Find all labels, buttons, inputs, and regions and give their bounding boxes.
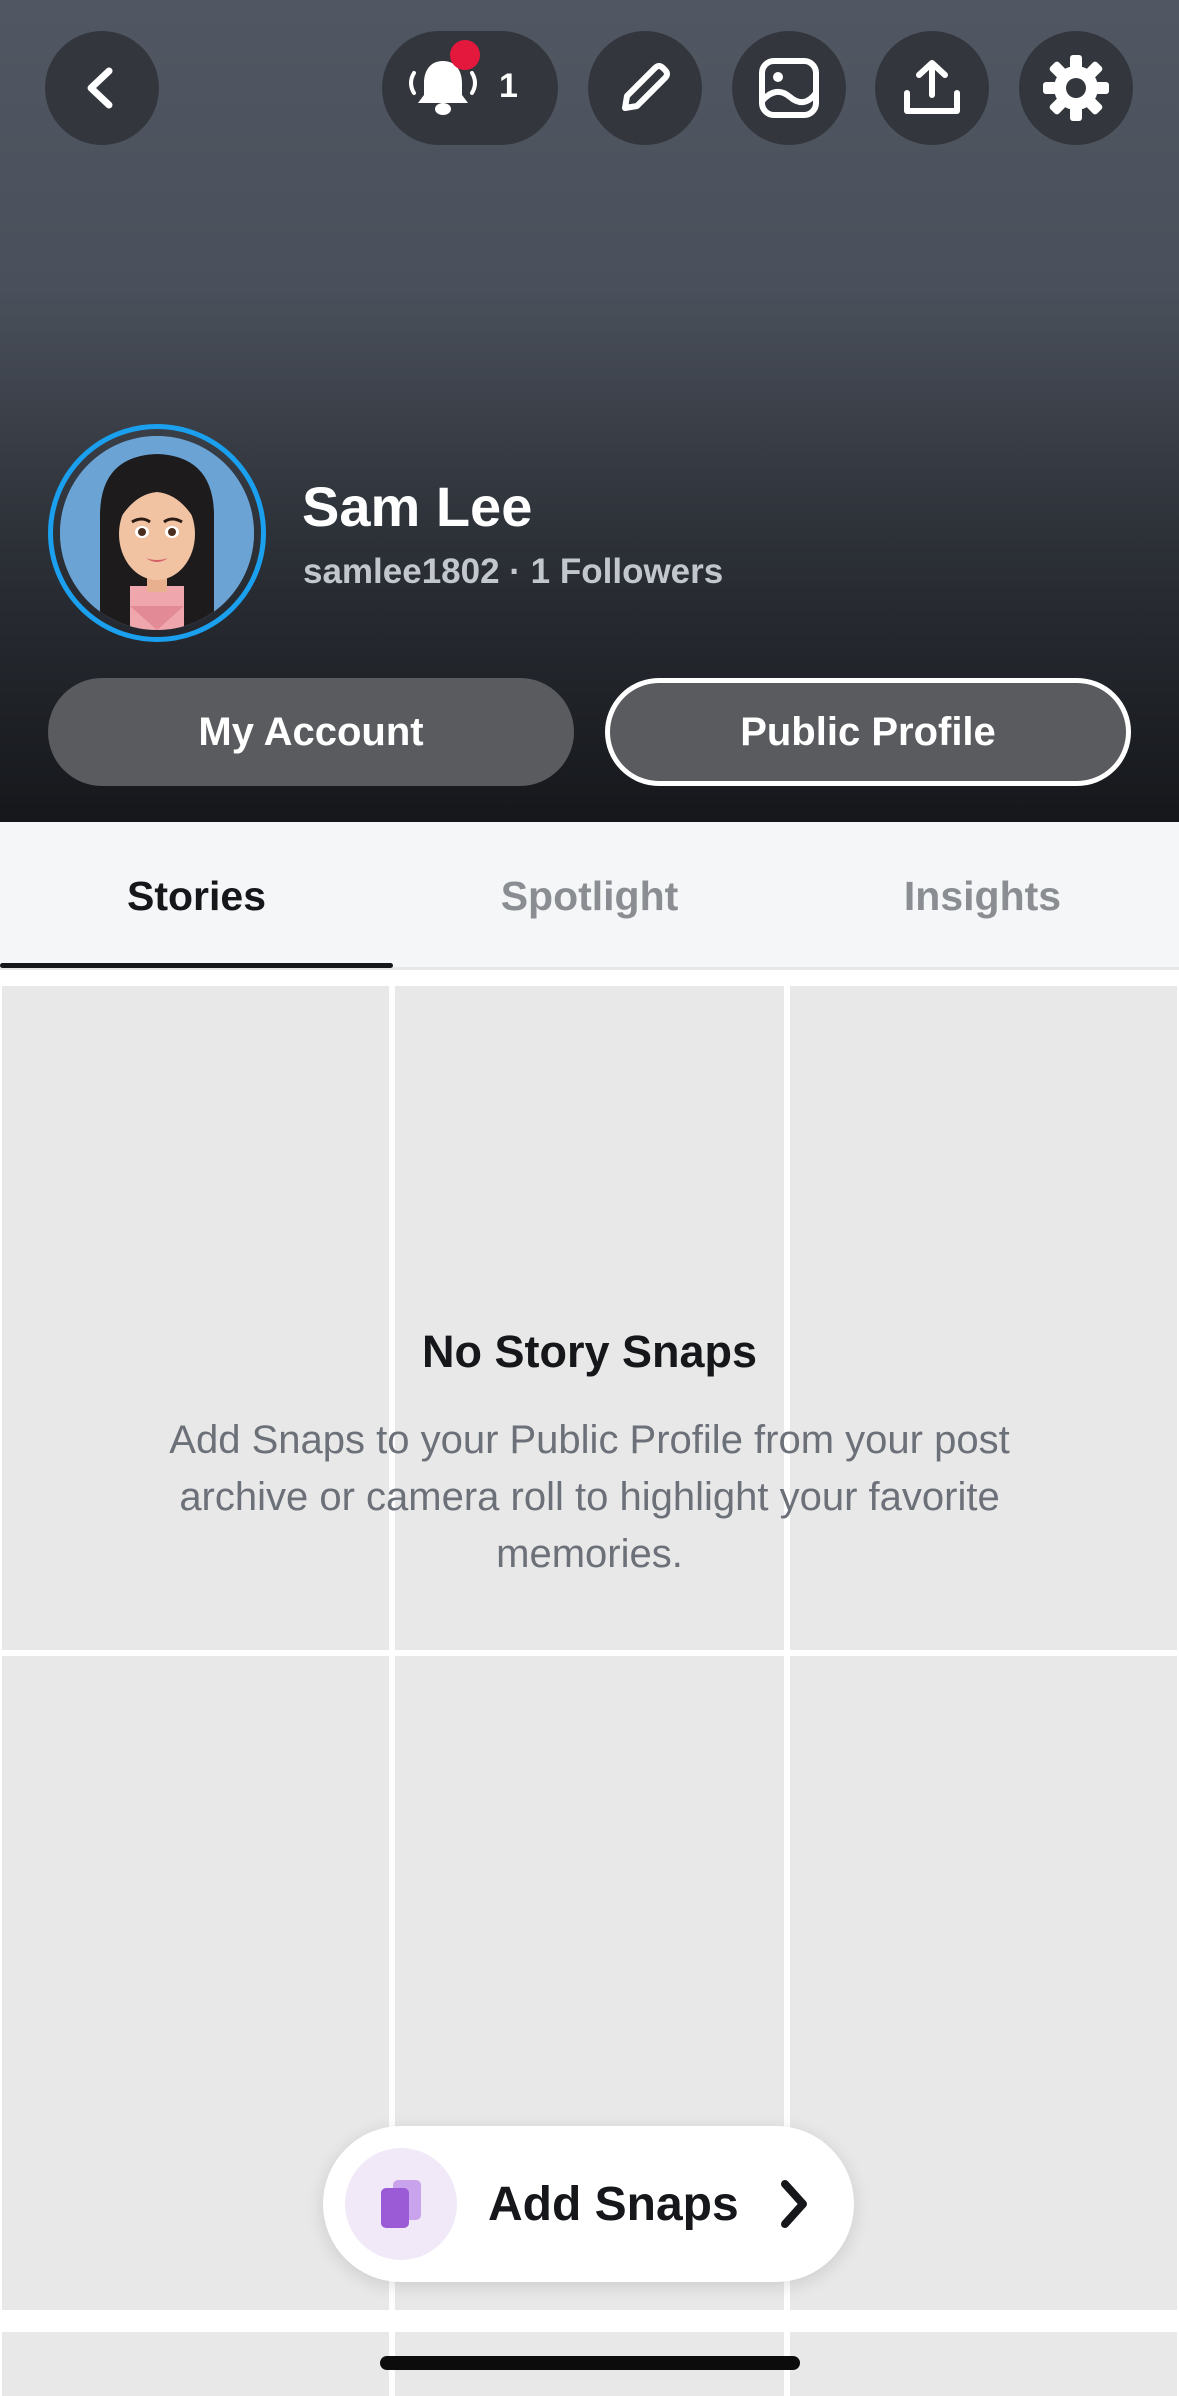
image-icon: [759, 58, 819, 118]
home-indicator[interactable]: [380, 2356, 800, 2370]
bitmoji-avatar-icon: [60, 436, 254, 630]
gallery-button[interactable]: [732, 31, 846, 145]
upload-icon: [904, 60, 960, 114]
notification-count: 1: [499, 67, 518, 105]
active-tab-indicator: [0, 963, 393, 968]
add-snaps-icon-wrap: [345, 2148, 457, 2260]
pencil-icon: [622, 63, 670, 111]
avatar: [60, 436, 254, 630]
tab-insights[interactable]: Insights: [786, 822, 1179, 970]
add-snaps-label: Add Snaps: [488, 2177, 739, 2231]
add-snaps-button[interactable]: Add Snaps: [323, 2126, 854, 2282]
profile-name: Sam Lee: [302, 475, 533, 538]
share-button[interactable]: [875, 31, 989, 145]
chevron-right-icon: [781, 2180, 807, 2228]
empty-state-text: Add Snaps to your Public Profile from yo…: [169, 1418, 1010, 1576]
tab-stories[interactable]: Stories: [0, 822, 393, 970]
grid-cell: [790, 2332, 1177, 2396]
back-button[interactable]: [45, 31, 159, 145]
chevron-left-icon: [87, 67, 113, 109]
profile-tabs: Stories Spotlight Insights: [0, 822, 1179, 970]
stacked-snaps-icon: [381, 2180, 421, 2228]
avatar-ring[interactable]: [48, 424, 266, 642]
notifications-button[interactable]: 1: [382, 31, 558, 145]
settings-button[interactable]: [1019, 31, 1133, 145]
notification-dot: [450, 40, 480, 70]
profile-header: 1 Sam Lee samlee1802 · 1 Followers My Ac…: [0, 0, 1179, 822]
tab-spotlight[interactable]: Spotlight: [393, 822, 786, 970]
my-account-button[interactable]: My Account: [48, 678, 574, 786]
empty-state-title: No Story Snaps: [421, 1326, 758, 1377]
edit-button[interactable]: [588, 31, 702, 145]
gear-icon: [1043, 55, 1109, 121]
public-profile-button[interactable]: Public Profile: [605, 678, 1131, 786]
grid-cell: [2, 2332, 389, 2396]
profile-subtitle: samlee1802 · 1 Followers: [303, 552, 724, 591]
